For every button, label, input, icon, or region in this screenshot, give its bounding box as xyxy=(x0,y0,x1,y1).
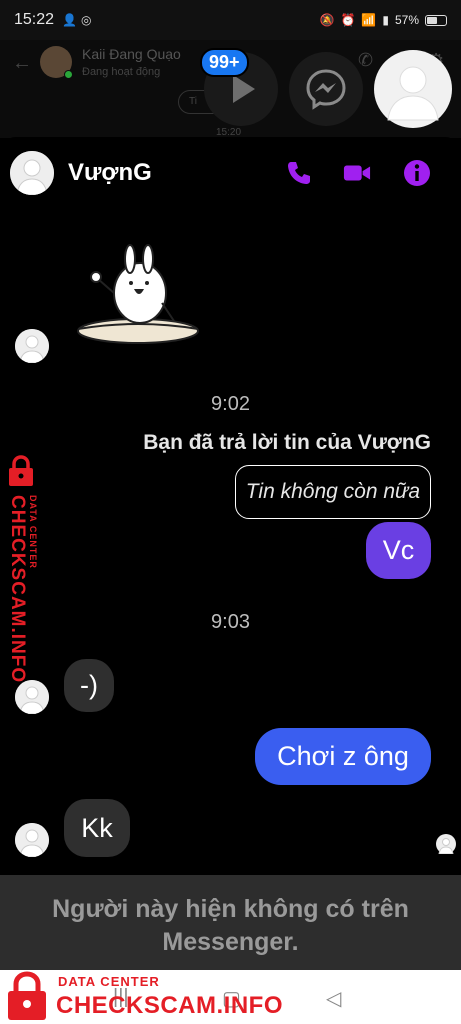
default-avatar-icon xyxy=(15,329,49,363)
sender-avatar xyxy=(15,680,49,714)
chat-head-messenger[interactable] xyxy=(289,52,363,126)
default-avatar-icon xyxy=(10,151,54,195)
status-time: 15:22 xyxy=(14,11,55,28)
lock-icon xyxy=(8,971,46,1020)
default-avatar-icon xyxy=(15,680,49,714)
chat-head-profile[interactable] xyxy=(374,50,452,128)
message-text: Kk xyxy=(81,812,113,843)
watermark-text-big: CHECKSCAM.INFO xyxy=(7,495,28,684)
sender-avatar xyxy=(15,823,49,857)
contact-notification-icon: 👤 xyxy=(62,13,77,27)
timestamp-separator: 9:02 xyxy=(211,393,250,415)
mute-icon: 🔕 xyxy=(319,13,335,27)
unread-badge: 99+ xyxy=(200,48,249,77)
video-call-icon[interactable] xyxy=(343,159,371,187)
unavailable-notice: Người này hiện không có trên Messenger. xyxy=(0,875,461,970)
message-text: Chơi z ông xyxy=(277,741,409,771)
watermark-text-small: DATA CENTER xyxy=(28,495,38,569)
battery-percent: 57% xyxy=(394,13,419,27)
messenger-notification-icon: ◎ xyxy=(81,13,92,27)
unavailable-text-line-2: Messenger. xyxy=(162,928,299,956)
default-avatar-icon xyxy=(15,823,49,857)
received-message[interactable]: Kk xyxy=(64,799,130,857)
background-contact-status: Đang hoạt động xyxy=(82,66,161,78)
sent-message[interactable]: Chơi z ông xyxy=(255,728,431,785)
phone-call-icon[interactable] xyxy=(285,159,313,187)
watermark-text-big: CHECKSCAM.INFO xyxy=(56,992,283,1019)
sent-message[interactable]: Vc xyxy=(366,522,431,579)
back-arrow-icon[interactable]: ← xyxy=(12,52,32,75)
watermark-text-small: DATA CENTER xyxy=(58,974,160,989)
signal-icon: ▮ xyxy=(382,13,389,27)
battery-icon xyxy=(425,14,447,26)
timestamp-separator: 9:03 xyxy=(211,611,250,633)
background-call-icon: ✆ xyxy=(358,50,374,70)
online-indicator xyxy=(64,70,73,79)
message-text: Vc xyxy=(382,535,415,565)
status-bar: 15:22 👤 ◎ 🔕 ⏰ 📶 ▮ 57% xyxy=(0,0,461,40)
info-icon[interactable] xyxy=(403,159,431,187)
lock-icon xyxy=(9,455,33,486)
chat-header: VượnG xyxy=(0,137,461,209)
wifi-icon: 📶 xyxy=(361,13,377,27)
chat-window: VượnG 9:02 Bạn đã trả lời tin của VượnG … xyxy=(0,137,461,875)
unavailable-text-line-1: Người này hiện không có trên xyxy=(52,895,409,923)
message-text: -) xyxy=(80,670,98,700)
back-button[interactable]: ◁ xyxy=(326,986,341,1011)
replied-message-quote[interactable]: Tin không còn nữa xyxy=(234,465,431,519)
default-avatar-icon xyxy=(387,66,439,121)
reply-label: Bạn đã trả lời tin của VượnG xyxy=(143,431,431,454)
seen-avatar-icon xyxy=(436,834,456,854)
messenger-icon xyxy=(306,69,346,110)
received-message[interactable]: -) xyxy=(64,659,114,712)
contact-avatar[interactable] xyxy=(10,151,54,195)
sender-avatar xyxy=(15,329,49,363)
bunny-sticker xyxy=(77,244,199,344)
contact-name[interactable]: VượnG xyxy=(68,159,152,187)
background-contact-name: Kaii Đang Quạo xyxy=(82,46,181,62)
alarm-icon: ⏰ xyxy=(340,13,356,27)
side-watermark: CHECKSCAM.INFO DATA CENTER xyxy=(2,455,42,683)
